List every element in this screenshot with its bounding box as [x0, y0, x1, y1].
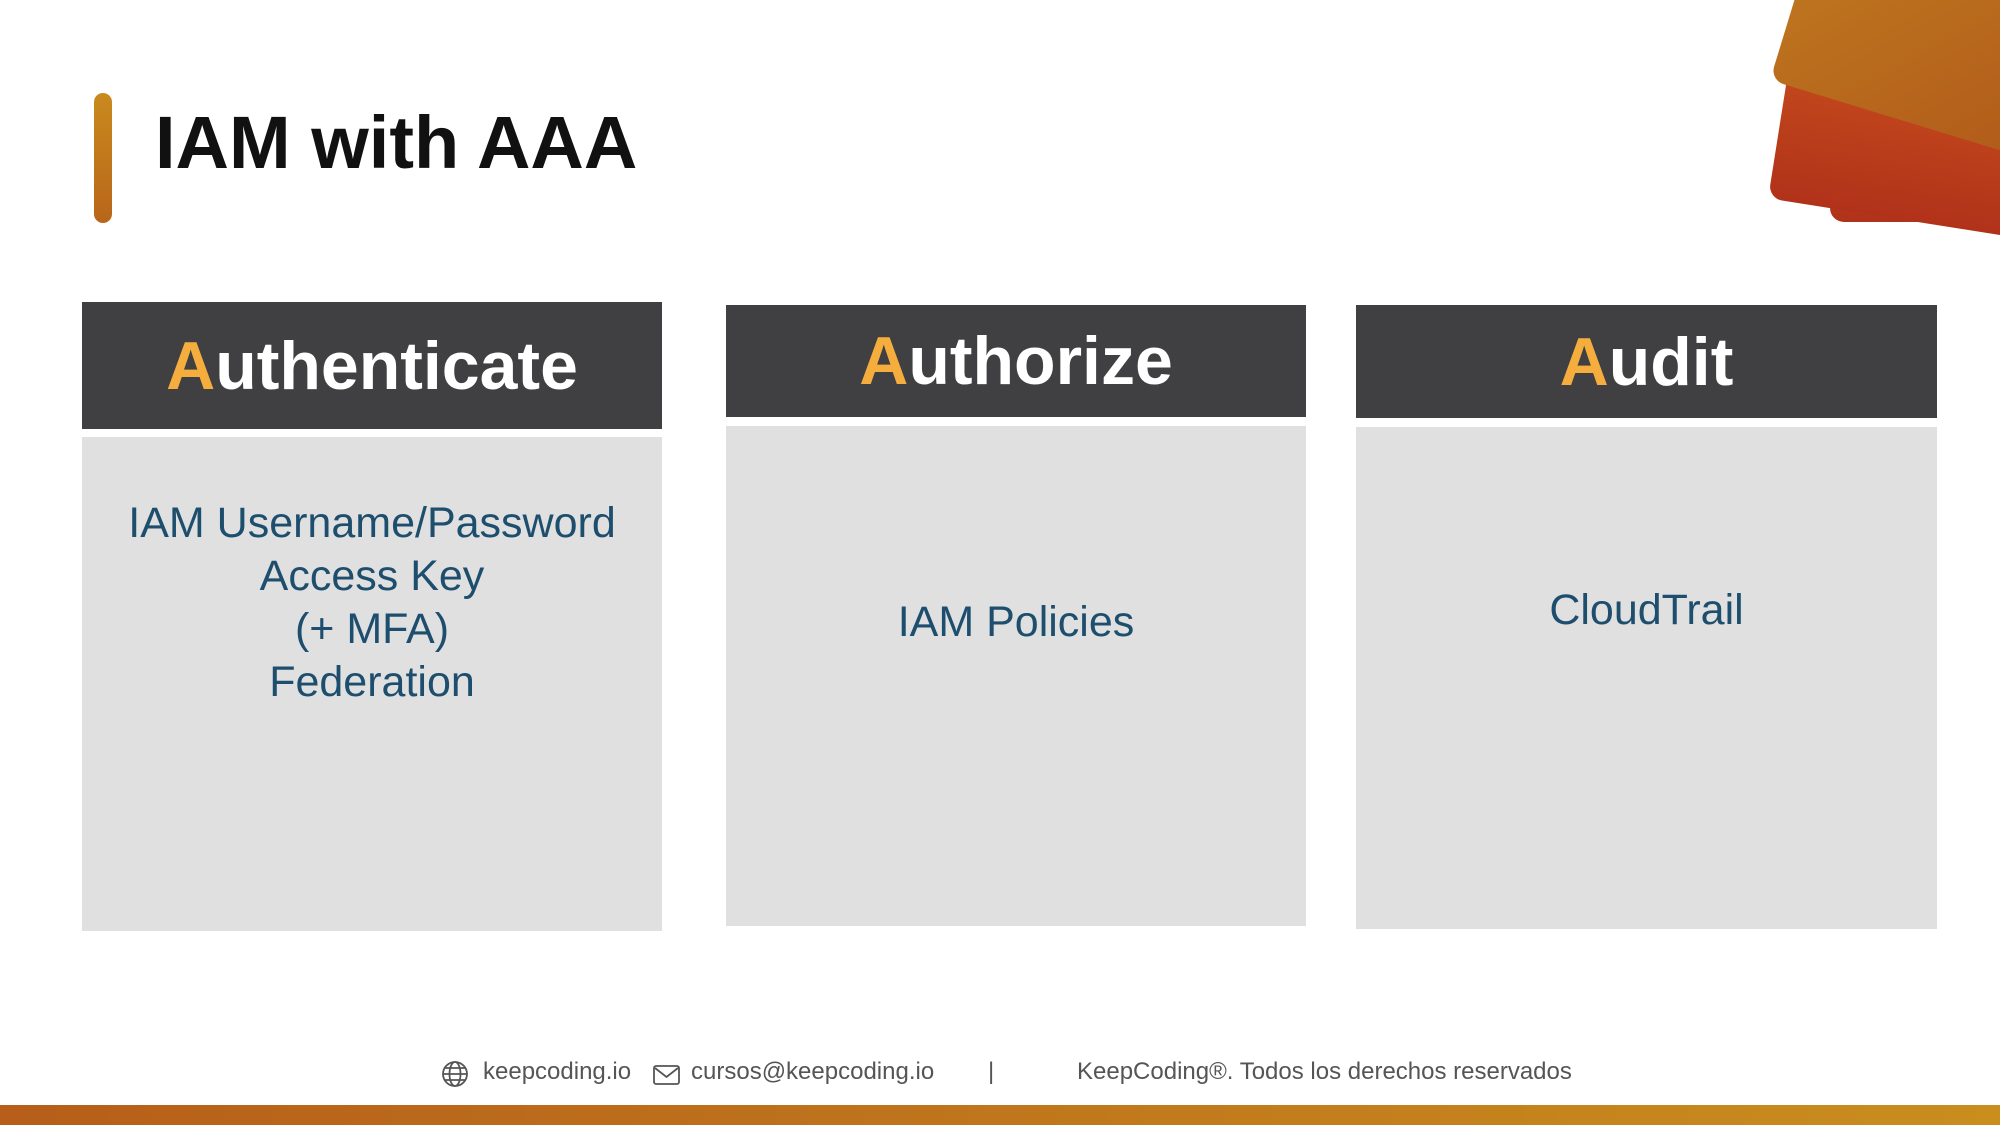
authorize-header: Authorize: [726, 305, 1306, 417]
bottom-bar: [0, 1105, 2000, 1125]
list-item: IAM Policies: [897, 598, 1135, 646]
globe-icon: [442, 1061, 468, 1087]
authenticate-header: Authenticate: [82, 302, 662, 429]
list-item: Access Key: [259, 552, 485, 600]
footer-separator: |: [988, 1058, 995, 1085]
website-link[interactable]: keepcoding.io: [483, 1058, 631, 1086]
email-link[interactable]: cursos@keepcoding.io: [691, 1058, 934, 1086]
header-text: uthorize: [908, 323, 1173, 399]
list-item: IAM Username/Password: [128, 499, 616, 547]
audit-body: CloudTrail: [1356, 427, 1937, 929]
page-title: IAM with AAA: [155, 101, 638, 184]
accent-letter: A: [1559, 323, 1609, 400]
accent-letter: A: [859, 323, 909, 399]
copyright-text: KeepCoding®. Todos los derechos reservad…: [1077, 1058, 1572, 1085]
title-accent-bar: [94, 93, 112, 223]
accent-letter: A: [166, 327, 216, 404]
authorize-body: IAM Policies: [726, 426, 1306, 926]
list-item: Federation: [269, 658, 475, 706]
list-item: CloudTrail: [1549, 586, 1744, 634]
header-text: udit: [1608, 323, 1734, 400]
list-item: (+ MFA): [294, 605, 450, 653]
header-text: uthenticate: [215, 327, 578, 404]
audit-header: Audit: [1356, 305, 1937, 418]
authenticate-body: IAM Username/Password Access Key (+ MFA)…: [82, 437, 662, 931]
mail-icon: [653, 1065, 680, 1085]
